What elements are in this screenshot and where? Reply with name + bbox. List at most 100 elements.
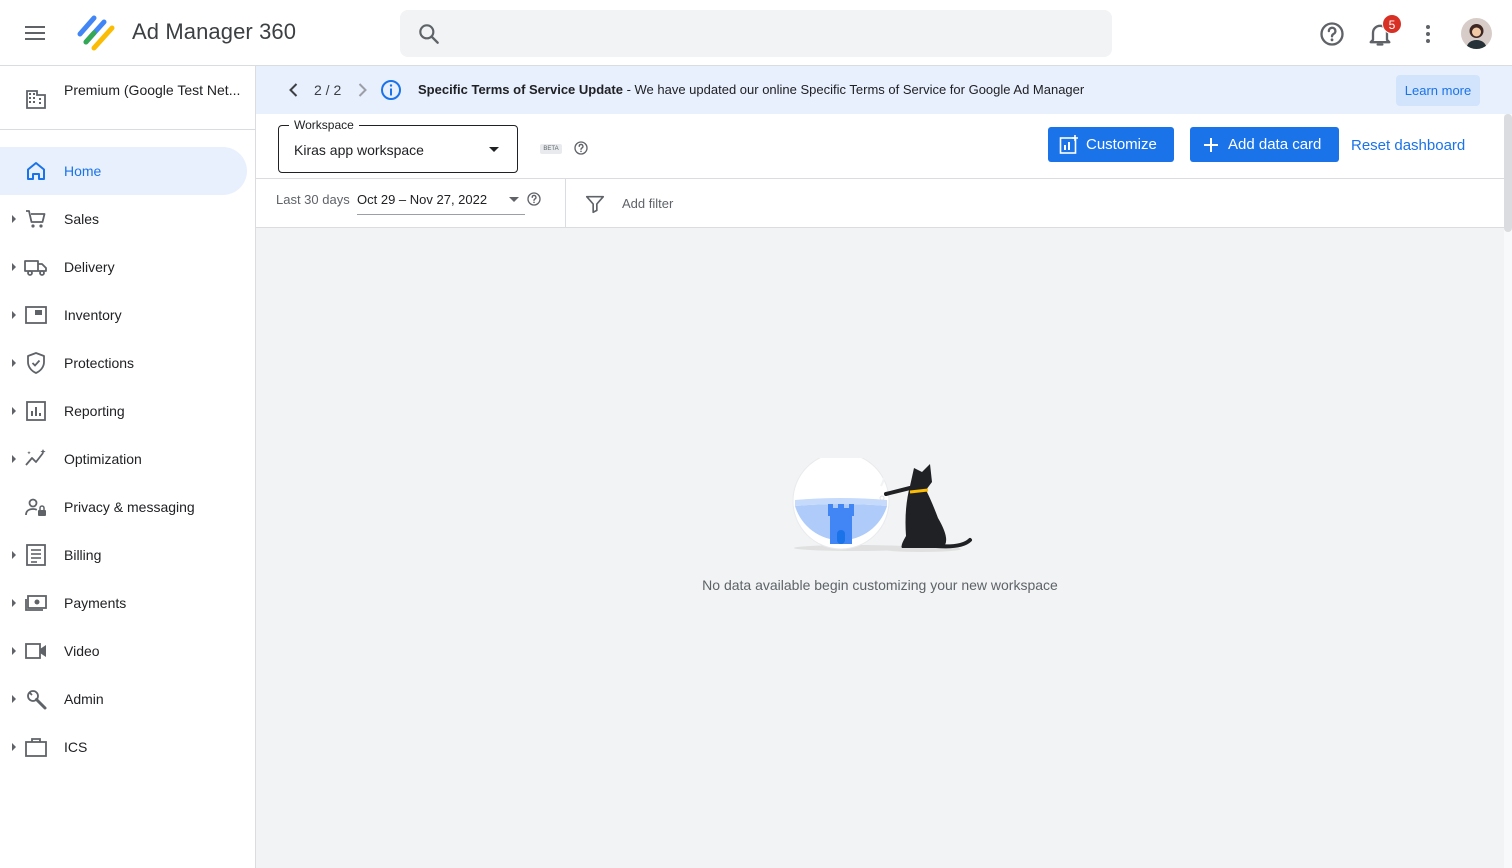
sidebar-item-label: Inventory — [64, 307, 122, 323]
filter-bar: Last 30 days Oct 29 – Nov 27, 2022 Add f… — [256, 179, 1504, 228]
plus-icon — [1204, 137, 1218, 152]
sidebar-item-label: Sales — [64, 211, 100, 227]
truck-icon — [24, 260, 47, 276]
person-lock-icon — [25, 498, 46, 516]
expand-caret-icon[interactable] — [12, 599, 16, 607]
sidebar-item-sales[interactable]: Sales — [0, 195, 247, 243]
sidebar-item-label: Billing — [64, 547, 102, 563]
billing-icon — [26, 544, 46, 566]
search-input[interactable] — [452, 10, 1102, 57]
dashboard-customize-icon — [1059, 134, 1078, 154]
search-icon — [419, 24, 439, 44]
expand-caret-icon[interactable] — [12, 407, 16, 415]
expand-caret-icon[interactable] — [12, 743, 16, 751]
banner-body: - We have updated our online Specific Te… — [622, 82, 1085, 97]
expand-caret-icon[interactable] — [12, 455, 16, 463]
sidebar-item-label: Payments — [64, 595, 127, 611]
add-filter-button[interactable]: Add filter — [622, 196, 673, 211]
info-icon — [381, 80, 401, 100]
sidebar-item-label: Admin — [64, 691, 104, 707]
sidebar-item-ics[interactable]: ICS — [0, 723, 247, 771]
announcement-banner: 2 / 2 Specific Terms of Service Update -… — [256, 66, 1512, 114]
shield-icon — [27, 352, 45, 374]
learn-more-button[interactable]: Learn more — [1396, 75, 1480, 106]
video-icon — [25, 643, 46, 659]
nav-list: Home Sales Delivery Inventory Protection… — [0, 147, 255, 771]
help-icon[interactable] — [526, 191, 542, 207]
beta-badge: BETA — [540, 144, 562, 154]
banner-message: Specific Terms of Service Update - We ha… — [418, 82, 1084, 97]
dashboard-canvas: No data available begin customizing your… — [256, 228, 1504, 868]
sidebar-item-delivery[interactable]: Delivery — [0, 243, 247, 291]
date-range-label: Last 30 days — [276, 192, 350, 207]
sidebar-item-privacy-messaging[interactable]: Privacy & messaging — [0, 483, 247, 531]
hamburger-icon — [25, 26, 45, 40]
reset-dashboard-link[interactable]: Reset dashboard — [1351, 137, 1465, 154]
workspace-select[interactable]: Workspace Kiras app workspace — [278, 118, 518, 173]
sidebar-item-label: ICS — [64, 739, 88, 755]
cart-icon — [26, 210, 46, 228]
app-title: Ad Manager 360 — [132, 19, 297, 44]
ad-manager-logo-icon[interactable] — [74, 12, 118, 54]
expand-caret-icon[interactable] — [12, 695, 16, 703]
search-bar[interactable] — [400, 10, 1112, 57]
date-range-select[interactable]: Oct 29 – Nov 27, 2022 — [357, 184, 525, 215]
inventory-icon — [25, 306, 47, 324]
add-data-card-button[interactable]: Add data card — [1190, 127, 1339, 162]
expand-caret-icon[interactable] — [12, 551, 16, 559]
expand-caret-icon[interactable] — [12, 359, 16, 367]
more-options-icon[interactable] — [1416, 20, 1440, 48]
sidebar-item-label: Optimization — [64, 451, 142, 467]
briefcase-icon — [25, 738, 47, 757]
sidebar-item-inventory[interactable]: Inventory — [0, 291, 247, 339]
banner-title: Specific Terms of Service Update — [418, 82, 623, 97]
sidebar-item-protections[interactable]: Protections — [0, 339, 247, 387]
network-name: Premium (Google Test Net... — [64, 82, 241, 98]
expand-caret-icon[interactable] — [12, 215, 16, 223]
sidebar-item-reporting[interactable]: Reporting — [0, 387, 247, 435]
help-icon[interactable] — [1318, 20, 1346, 48]
dropdown-arrow-icon — [509, 197, 519, 202]
scrollbar-thumb[interactable] — [1504, 114, 1512, 232]
workspace-select-label: Workspace — [289, 118, 359, 132]
sidebar-item-optimization[interactable]: Optimization — [0, 435, 247, 483]
sidebar-item-label: Privacy & messaging — [64, 499, 195, 515]
sidebar-item-label: Protections — [64, 355, 135, 371]
cat-fishbowl-illustration-icon — [792, 458, 972, 552]
date-range-value: Oct 29 – Nov 27, 2022 — [357, 192, 488, 207]
customize-button[interactable]: Customize — [1048, 127, 1174, 162]
sidebar-item-video[interactable]: Video — [0, 627, 247, 675]
filter-icon[interactable] — [584, 193, 606, 215]
vertical-scrollbar[interactable] — [1504, 114, 1512, 868]
help-icon[interactable] — [573, 140, 589, 156]
main-menu-button[interactable] — [20, 19, 52, 47]
home-icon — [27, 162, 45, 180]
user-avatar-icon — [1461, 18, 1492, 49]
sidebar-item-label: Video — [64, 643, 100, 659]
workspace-select-value: Kiras app workspace — [294, 142, 424, 158]
account-avatar[interactable] — [1461, 18, 1492, 49]
sidebar-item-admin[interactable]: Admin — [0, 675, 247, 723]
sidebar-item-billing[interactable]: Billing — [0, 531, 247, 579]
sidebar-item-label: Home — [64, 163, 102, 179]
banner-pager: 2 / 2 — [314, 82, 342, 98]
left-navigation: Premium (Google Test Net... Home Sales D… — [0, 66, 256, 868]
add-data-card-button-label: Add data card — [1228, 136, 1322, 153]
sidebar-item-home[interactable]: Home — [0, 147, 247, 195]
workspace-toolbar: Workspace Kiras app workspace BETA Custo… — [256, 114, 1504, 179]
chevron-left-icon[interactable] — [282, 78, 306, 102]
sparkline-icon — [25, 449, 46, 466]
chevron-right-icon[interactable] — [350, 78, 374, 102]
wrench-icon — [27, 690, 47, 710]
sidebar-item-payments[interactable]: Payments — [0, 579, 247, 627]
sidebar-item-label: Delivery — [64, 259, 115, 275]
expand-caret-icon[interactable] — [12, 647, 16, 655]
empty-state-message: No data available begin customizing your… — [702, 577, 1058, 593]
divider — [565, 179, 566, 228]
dropdown-arrow-icon — [489, 147, 499, 152]
network-selector[interactable]: Premium (Google Test Net... — [0, 66, 255, 130]
notification-count-badge: 5 — [1382, 14, 1402, 34]
expand-caret-icon[interactable] — [12, 263, 16, 271]
expand-caret-icon[interactable] — [12, 311, 16, 319]
building-icon — [26, 90, 46, 109]
